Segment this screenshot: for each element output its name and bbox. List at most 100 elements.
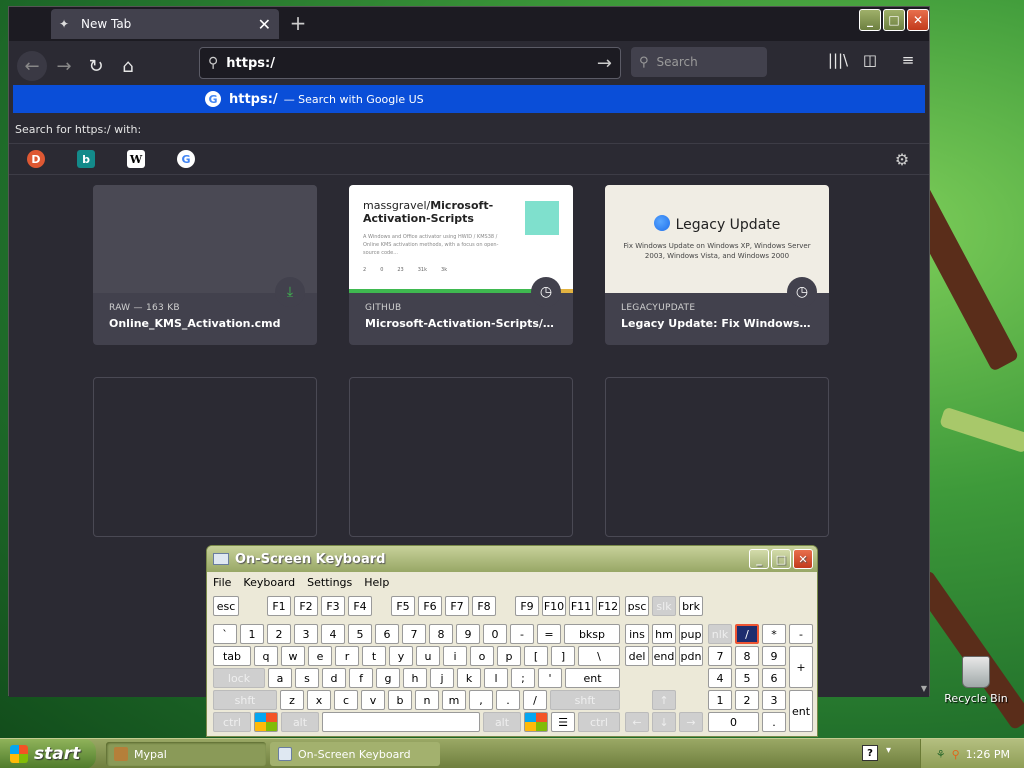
key-f7[interactable]: F7 [445, 596, 469, 616]
library-icon[interactable]: |||\ [825, 51, 851, 69]
key-h[interactable]: h [403, 668, 427, 688]
key-y[interactable]: y [389, 646, 413, 666]
wikipedia-icon[interactable]: W [127, 150, 145, 168]
key-numpad-8[interactable]: 8 [735, 646, 759, 666]
scroll-down-icon[interactable]: ▼ [921, 684, 927, 693]
key-f3[interactable]: F3 [321, 596, 345, 616]
url-bar[interactable]: ⚲ https:/ → [199, 47, 621, 79]
search-icon[interactable]: ⚲ [952, 748, 960, 761]
key-z[interactable]: z [280, 690, 304, 710]
key-brk[interactable]: brk [679, 596, 703, 616]
key-del[interactable]: del [625, 646, 649, 666]
key-s[interactable]: s [295, 668, 319, 688]
network-icon[interactable]: ⚘ [936, 748, 946, 761]
top-site-tile[interactable]: ⤓ RAW — 163 KB Online_KMS_Activation.cmd [93, 185, 317, 345]
empty-tile-slot[interactable] [349, 377, 573, 537]
key-bksp[interactable]: bksp [564, 624, 620, 644]
key-p[interactable]: p [497, 646, 521, 666]
key-i[interactable]: i [443, 646, 467, 666]
key-arrow-right[interactable]: → [679, 712, 703, 732]
settings-gear-icon[interactable]: ⚙ [893, 150, 911, 169]
key-left-shift[interactable]: shft [213, 690, 277, 710]
key-w[interactable]: w [281, 646, 305, 666]
key-backtick[interactable]: ` [213, 624, 237, 644]
key-caps-lock[interactable]: lock [213, 668, 265, 688]
key-backslash[interactable]: \ [578, 646, 620, 666]
url-input[interactable]: https:/ [226, 56, 597, 71]
key-7[interactable]: 7 [402, 624, 426, 644]
key-enter[interactable]: ent [565, 668, 620, 688]
chevron-down-icon[interactable]: ▾ [886, 745, 891, 756]
home-button[interactable]: ⌂ [113, 51, 143, 81]
key-k[interactable]: k [457, 668, 481, 688]
close-button[interactable]: ✕ [907, 9, 929, 31]
key-tab[interactable]: tab [213, 646, 251, 666]
key-equals[interactable]: = [537, 624, 561, 644]
key-b[interactable]: b [388, 690, 412, 710]
start-button[interactable]: start [0, 739, 96, 768]
key-l[interactable]: l [484, 668, 508, 688]
key-left-ctrl[interactable]: ctrl [213, 712, 251, 732]
key-right-ctrl[interactable]: ctrl [578, 712, 620, 732]
empty-tile-slot[interactable] [93, 377, 317, 537]
bing-icon[interactable]: b [77, 150, 95, 168]
menu-icon[interactable]: ≡ [895, 51, 921, 69]
google-icon[interactable]: G [177, 150, 195, 168]
back-button[interactable]: ← [17, 51, 47, 81]
key-minus[interactable]: - [510, 624, 534, 644]
windows-key-icon[interactable] [524, 712, 548, 732]
key-a[interactable]: a [268, 668, 292, 688]
key-f10[interactable]: F10 [542, 596, 566, 616]
menu-settings[interactable]: Settings [307, 576, 352, 589]
menu-file[interactable]: File [213, 576, 231, 589]
key-numpad-0[interactable]: 0 [708, 712, 759, 732]
key-r[interactable]: r [335, 646, 359, 666]
key-ins[interactable]: ins [625, 624, 649, 644]
key-numpad-star[interactable]: * [762, 624, 786, 644]
key-slk[interactable]: slk [652, 596, 676, 616]
top-site-tile[interactable]: massgravel/Microsoft- Activation-Scripts … [349, 185, 573, 345]
key-0[interactable]: 0 [483, 624, 507, 644]
go-arrow-icon[interactable]: → [597, 53, 612, 74]
key-numpad-slash[interactable]: / [735, 624, 759, 644]
tab-new-tab[interactable]: ✦ New Tab ✕ [51, 9, 279, 39]
key-quote[interactable]: ' [538, 668, 562, 688]
key-numpad-9[interactable]: 9 [762, 646, 786, 666]
key-f2[interactable]: F2 [294, 596, 318, 616]
minimize-button[interactable]: _ [859, 9, 881, 31]
menu-key-icon[interactable]: ☰ [551, 712, 575, 732]
key-numpad-3[interactable]: 3 [762, 690, 786, 710]
key-hm[interactable]: hm [652, 624, 676, 644]
key-arrow-up[interactable]: ↑ [652, 690, 676, 710]
forward-button[interactable]: → [49, 51, 79, 81]
key-m[interactable]: m [442, 690, 466, 710]
key-6[interactable]: 6 [375, 624, 399, 644]
key-j[interactable]: j [430, 668, 454, 688]
key-f6[interactable]: F6 [418, 596, 442, 616]
new-tab-button[interactable]: + [285, 11, 311, 35]
menu-help[interactable]: Help [364, 576, 389, 589]
key-f11[interactable]: F11 [569, 596, 593, 616]
maximize-button[interactable]: □ [883, 9, 905, 31]
tab-close-icon[interactable]: ✕ [258, 15, 271, 34]
key-t[interactable]: t [362, 646, 386, 666]
key-4[interactable]: 4 [321, 624, 345, 644]
key-psc[interactable]: psc [625, 596, 649, 616]
key-lbracket[interactable]: [ [524, 646, 548, 666]
key-arrow-down[interactable]: ↓ [652, 712, 676, 732]
key-rbracket[interactable]: ] [551, 646, 575, 666]
key-x[interactable]: x [307, 690, 331, 710]
key-v[interactable]: v [361, 690, 385, 710]
url-suggestion[interactable]: G https:/ — Search with Google US [13, 85, 925, 113]
key-f5[interactable]: F5 [391, 596, 415, 616]
key-numpad-period[interactable]: . [762, 712, 786, 732]
key-e[interactable]: e [308, 646, 332, 666]
key-semicolon[interactable]: ; [511, 668, 535, 688]
search-input[interactable]: ⚲ Search [631, 47, 767, 77]
menu-keyboard[interactable]: Keyboard [243, 576, 295, 589]
key-o[interactable]: o [470, 646, 494, 666]
key-1[interactable]: 1 [240, 624, 264, 644]
clock[interactable]: 1:26 PM [966, 748, 1010, 761]
scrollbar[interactable]: ▼ [917, 175, 927, 695]
key-g[interactable]: g [376, 668, 400, 688]
